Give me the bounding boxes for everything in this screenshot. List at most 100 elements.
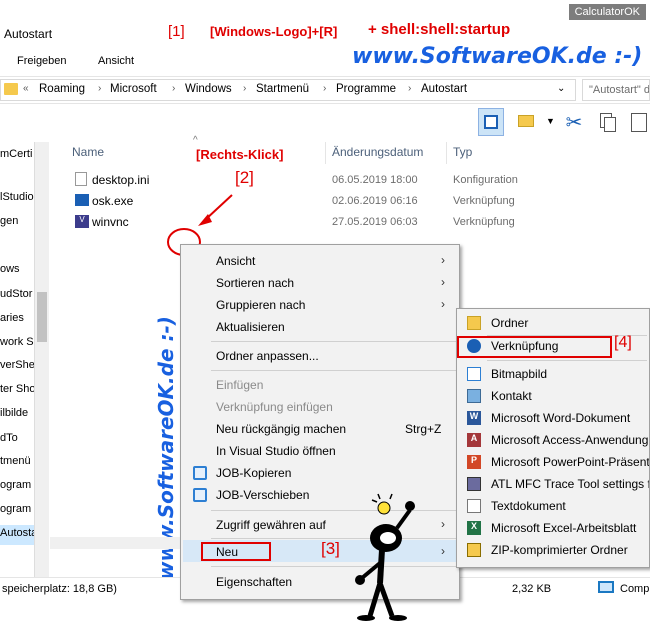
submenu-item-bitmap[interactable]: Bitmapbild (491, 367, 547, 381)
column-separator[interactable] (325, 142, 326, 164)
annotation-step3: [3] (321, 539, 340, 558)
access-icon: A (467, 433, 481, 447)
powerpoint-icon: P (467, 455, 481, 469)
nav-item[interactable]: gen (0, 215, 18, 227)
file-name[interactable]: desktop.ini (92, 173, 149, 187)
preview-pane-button[interactable] (478, 108, 504, 136)
word-icon: W (467, 411, 481, 425)
nav-item[interactable]: ogram (0, 503, 31, 515)
menu-item-eigenschaften[interactable]: Eigenschaften (216, 575, 292, 589)
navigation-pane: mCerti lStudio gen ows udStor aries work… (0, 142, 35, 577)
submenu-item-ordner[interactable]: Ordner (491, 316, 528, 330)
submenu-item-powerpoint[interactable]: Microsoft PowerPoint-Präsentation (491, 455, 649, 469)
shortcut-icon (75, 194, 89, 206)
corner-window-title: CalculatorOK (568, 4, 646, 20)
submenu-item-atl-trace[interactable]: ATL MFC Trace Tool settings file (491, 477, 649, 491)
file-type: Konfiguration (453, 174, 518, 186)
preview-pane-icon (484, 115, 498, 129)
nav-item[interactable]: ows (0, 263, 20, 275)
menu-item-ansicht[interactable]: Ansicht (216, 254, 255, 268)
column-header-type[interactable]: Typ (453, 145, 472, 159)
nav-item[interactable]: mCerti (0, 148, 32, 160)
tab-freigeben[interactable]: Freigeben (17, 55, 67, 67)
submenu-item-zip[interactable]: ZIP-komprimierter Ordner (491, 543, 628, 557)
file-date: 02.06.2019 06:16 (332, 195, 418, 207)
menu-separator (211, 341, 456, 342)
copy-icon[interactable] (597, 110, 619, 134)
cut-icon[interactable]: ✂ (563, 110, 585, 134)
breadcrumb-windows[interactable]: Windows (185, 83, 232, 95)
contact-icon (467, 389, 481, 403)
chevron-right-icon: › (172, 83, 176, 94)
column-header-date[interactable]: Änderungsdatum (332, 145, 423, 159)
nav-item[interactable]: tmenü (0, 455, 31, 467)
chevron-right-icon: › (441, 297, 445, 311)
chevron-right-icon: › (441, 544, 445, 558)
menu-item-visual-studio[interactable]: In Visual Studio öffnen (216, 444, 336, 458)
menu-item-rueckgaengig[interactable]: Neu rückgängig machen (216, 422, 346, 436)
file-name[interactable]: osk.exe (92, 194, 133, 208)
breadcrumb-autostart[interactable]: Autostart (421, 83, 467, 95)
submenu-item-textdokument[interactable]: Textdokument (491, 499, 566, 513)
annotation-step4: [4] (614, 334, 632, 351)
menu-item-verknuepfung-einfuegen: Verknüpfung einfügen (216, 400, 333, 414)
menu-item-job-kopieren[interactable]: JOB-Kopieren (216, 466, 291, 480)
breadcrumb-microsoft[interactable]: Microsoft (110, 83, 157, 95)
folder-icon (467, 316, 481, 330)
file-date: 06.05.2019 18:00 (332, 174, 418, 186)
submenu-item-word[interactable]: Microsoft Word-Dokument (491, 411, 630, 425)
tab-ansicht[interactable]: Ansicht (98, 55, 134, 67)
chevron-right-icon: › (408, 83, 412, 94)
breadcrumb-overflow[interactable]: « (23, 83, 29, 94)
nav-item[interactable]: verShel (0, 359, 34, 371)
chevron-right-icon: › (441, 275, 445, 289)
menu-item-neu[interactable]: Neu (216, 545, 238, 559)
annotation-step2: [2] (235, 168, 254, 187)
annotation-command: + shell:shell:startup (368, 21, 511, 38)
search-input[interactable]: "Autostart" durchsuchen (582, 79, 650, 101)
menu-item-zugriff[interactable]: Zugriff gewähren auf (216, 518, 326, 532)
menu-item-aktualisieren[interactable]: Aktualisieren (216, 320, 285, 334)
status-free-space: speicherplatz: 18,8 GB) (2, 583, 117, 595)
submenu-item-access[interactable]: Microsoft Access-Anwendung (491, 433, 648, 447)
status-computer: Computer (620, 583, 650, 595)
nav-item[interactable]: aries (0, 312, 24, 324)
nav-item[interactable]: work S (0, 336, 34, 348)
file-type: Verknüpfung (453, 216, 515, 228)
submenu-item-kontakt[interactable]: Kontakt (491, 389, 532, 403)
menu-item-ordner-anpassen[interactable]: Ordner anpassen... (216, 349, 319, 363)
menu-separator (487, 360, 647, 361)
column-separator[interactable] (446, 142, 447, 164)
breadcrumb-roaming[interactable]: Roaming (39, 83, 85, 95)
menu-item-job-verschieben[interactable]: JOB-Verschieben (216, 488, 309, 502)
job-move-icon (193, 488, 207, 502)
nav-item[interactable]: lStudio (0, 191, 34, 203)
submenu-item-verknuepfung[interactable]: Verknüpfung (491, 339, 558, 353)
column-header-name[interactable]: Name (72, 145, 104, 159)
folder-options-icon[interactable] (516, 110, 538, 134)
nav-item[interactable]: ilbilde (0, 407, 28, 419)
paste-icon[interactable] (628, 110, 650, 134)
nav-item-autostart[interactable]: Autostart (0, 525, 34, 545)
nav-item[interactable]: udStor (0, 288, 32, 300)
excel-icon: X (467, 521, 481, 535)
nav-item[interactable]: ter Sho (0, 383, 34, 395)
annotation-hint: [Windows-Logo]+[R] (210, 24, 338, 39)
breadcrumb-startmenu[interactable]: Startmenü (256, 83, 309, 95)
annotation-rightclick: [Rechts-Klick] (196, 147, 284, 162)
menu-item-gruppieren[interactable]: Gruppieren nach (216, 298, 305, 312)
window-title: Autostart (4, 27, 53, 41)
annotation-step1: [1] (168, 23, 185, 40)
shortcut-label: Strg+Z (405, 422, 442, 436)
file-name[interactable]: winvnc (92, 215, 129, 229)
chevron-right-icon: › (441, 517, 445, 531)
chevron-down-icon[interactable]: ⌄ (557, 83, 565, 94)
nav-scrollbar[interactable] (35, 142, 49, 577)
trace-tool-icon (467, 477, 481, 491)
nav-item[interactable]: dTo (0, 432, 18, 444)
nav-item[interactable]: ogram (0, 479, 31, 491)
menu-item-sortieren[interactable]: Sortieren nach (216, 276, 294, 290)
chevron-down-icon[interactable]: ▼ (546, 116, 555, 126)
submenu-item-excel[interactable]: Microsoft Excel-Arbeitsblatt (491, 521, 636, 535)
breadcrumb-programme[interactable]: Programme (336, 83, 396, 95)
